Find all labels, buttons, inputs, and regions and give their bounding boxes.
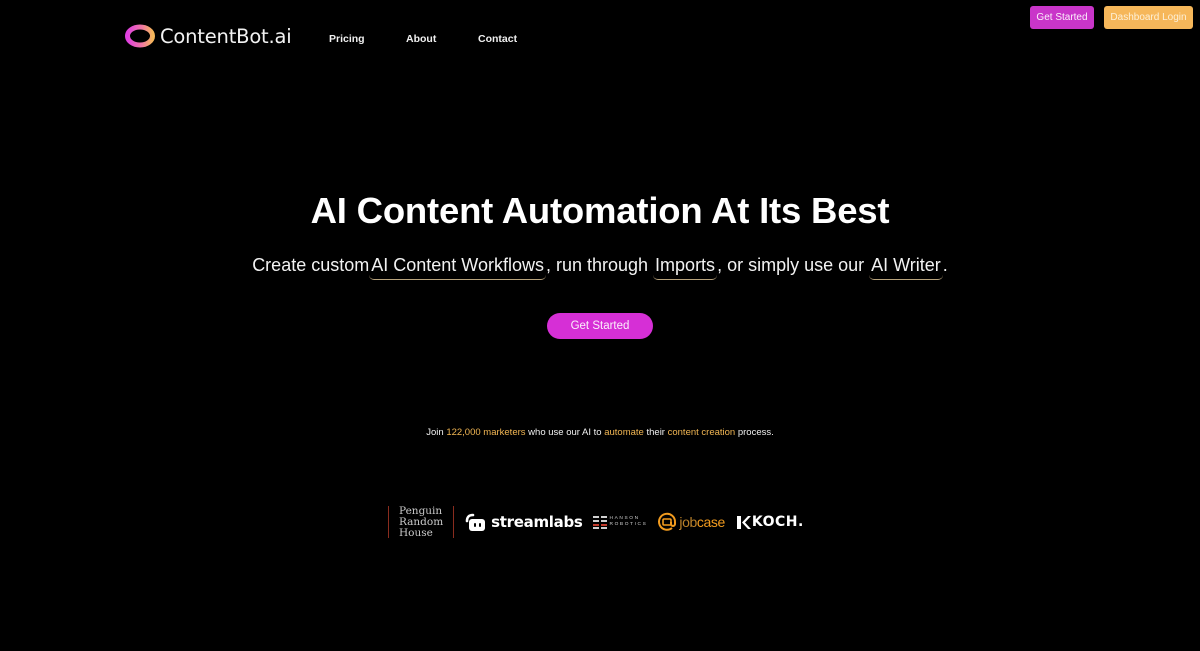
- get-started-button-hero[interactable]: Get Started: [547, 313, 653, 339]
- streamlabs-wordmark: streamlabs: [491, 513, 583, 531]
- social-proof-part: process.: [735, 427, 774, 438]
- subtitle-text: , run through: [545, 255, 654, 275]
- hanson-line: ROBOTICS: [609, 522, 648, 527]
- streamlabs-logo: streamlabs: [464, 512, 583, 532]
- jobcase-suffix: case: [696, 514, 725, 530]
- nav-contact-link[interactable]: Contact: [478, 33, 517, 45]
- penguin-line: House: [399, 526, 433, 539]
- hero-title: AI Content Automation At Its Best: [310, 190, 890, 231]
- ring-logo-icon: [124, 24, 156, 48]
- imports-link[interactable]: Imports: [653, 255, 718, 280]
- social-proof-text: Join 122,000 marketers who use our AI to…: [0, 427, 1200, 438]
- nav-pricing-link[interactable]: Pricing: [329, 33, 365, 45]
- marketer-count: 122,000 marketers: [446, 427, 526, 438]
- hanson-robotics-logo: HANSON ROBOTICS: [592, 515, 648, 529]
- brand-name: ContentBot.ai: [160, 24, 292, 48]
- ai-writer-link[interactable]: AI Writer: [869, 255, 943, 280]
- nav-about-link[interactable]: About: [406, 33, 436, 45]
- penguin-line: Penguin: [399, 504, 443, 517]
- social-proof-part: Join: [426, 427, 447, 438]
- brand-logo[interactable]: ContentBot.ai: [124, 24, 292, 48]
- subtitle-text: .: [942, 255, 948, 275]
- dashboard-login-button[interactable]: Dashboard Login: [1104, 6, 1193, 29]
- hanson-robotics-wordmark: HANSON ROBOTICS: [610, 516, 648, 528]
- hanson-robotics-icon: [592, 515, 607, 529]
- top-navigation: ContentBot.ai Pricing About Contact Get …: [0, 0, 1200, 75]
- koch-wordmark: KOCH.: [751, 514, 804, 530]
- subtitle-text: , or simply use our: [717, 255, 870, 275]
- social-proof-part: their: [643, 427, 668, 438]
- logo-divider: [453, 506, 455, 538]
- subtitle-text: Create custom: [252, 255, 370, 275]
- hero-subtitle: Create custom AI Content Workflows, run t…: [0, 255, 1200, 280]
- koch-icon: [736, 515, 751, 529]
- penguin-line: Random: [399, 515, 444, 528]
- jobcase-icon: [658, 512, 677, 531]
- koch-logo: KOCH.: [736, 514, 804, 530]
- get-started-button-header[interactable]: Get Started: [1030, 6, 1094, 29]
- social-proof-part: who use our AI to: [525, 427, 605, 438]
- content-creation-highlight: content creation: [667, 427, 736, 438]
- ai-content-workflows-link[interactable]: AI Content Workflows: [369, 255, 546, 280]
- jobcase-logo: jobcase: [657, 512, 725, 532]
- jobcase-wordmark: jobcase: [679, 514, 725, 530]
- streamlabs-icon: [465, 513, 486, 531]
- automate-highlight: automate: [604, 427, 644, 438]
- customer-logos: Penguin Random House streamlabs HANSON R…: [388, 504, 804, 540]
- jobcase-prefix: job: [679, 514, 697, 530]
- penguin-random-house-logo: Penguin Random House: [389, 504, 453, 539]
